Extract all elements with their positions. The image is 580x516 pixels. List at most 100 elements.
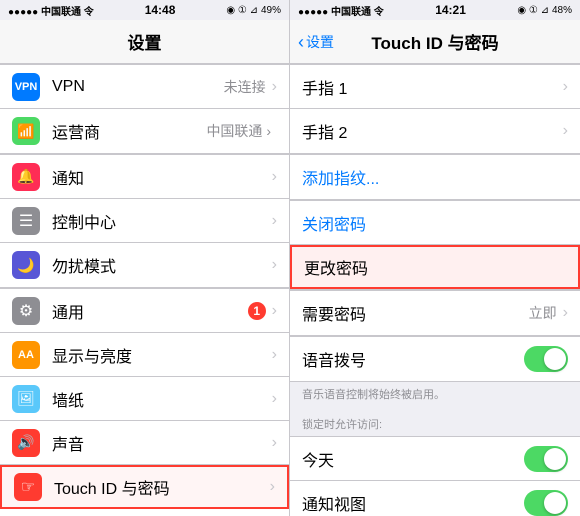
require-pwd-chevron-icon: ›	[563, 304, 568, 322]
dnd-icon: 🌙	[12, 251, 40, 279]
change-pwd-label: 更改密码	[304, 255, 566, 279]
touchid-icon: ☞	[14, 473, 42, 501]
control-label: 控制中心	[52, 209, 272, 233]
left-battery: 49%	[261, 5, 281, 16]
notify-view-toggle[interactable]	[524, 490, 568, 516]
add-finger-label: 添加指纹...	[302, 165, 568, 189]
left-scroll-area: VPN VPN 未连接 › 📶 运营商 中国联通 › 🔔 通知 › ☰ 控制	[0, 64, 289, 516]
settings-item-carrier[interactable]: 📶 运营商 中国联通 ›	[0, 109, 289, 153]
right-carrier: ●●●●● 中国联通 令	[298, 3, 384, 18]
settings-item-display[interactable]: AA 显示与亮度 ›	[0, 333, 289, 377]
right-nav-title: Touch ID 与密码	[371, 29, 498, 54]
group-add-finger: 添加指纹...	[290, 154, 580, 200]
voice-note: 音乐语音控制将始终被启用。	[290, 382, 580, 408]
settings-item-notify[interactable]: 🔔 通知 ›	[0, 155, 289, 199]
settings-item-finger2[interactable]: 手指 2 ›	[290, 109, 580, 153]
general-label: 通用	[52, 299, 248, 323]
right-signal-icon: ◉ ① ⊿	[517, 5, 549, 16]
vpn-value: 未连接	[224, 77, 266, 97]
left-nav-title: 设置	[128, 29, 162, 54]
touchid-label: Touch ID 与密码	[54, 475, 270, 499]
left-right-icons: ◉ ① ⊿ 49%	[226, 5, 281, 16]
notify-icon: 🔔	[12, 163, 40, 191]
finger2-chevron-icon: ›	[563, 122, 568, 140]
group-fingers: 手指 1 › 手指 2 ›	[290, 64, 580, 154]
vpn-label: VPN	[52, 78, 224, 96]
dnd-chevron-icon: ›	[272, 256, 277, 274]
group-lock-items: 今天 通知视图 Siri 以信息回复 Wallet ›	[290, 436, 580, 516]
general-icon: ⚙	[12, 297, 40, 325]
finger1-chevron-icon: ›	[563, 78, 568, 96]
left-status-bar: ●●●●● 中国联通 令 14:48 ◉ ① ⊿ 49%	[0, 0, 289, 20]
control-icon: ☰	[12, 207, 40, 235]
vpn-chevron-icon: ›	[272, 78, 277, 96]
right-scroll-area: 手指 1 › 手指 2 › 添加指纹... 关闭密码 更改密码	[290, 64, 580, 516]
notify-chevron-icon: ›	[272, 168, 277, 186]
settings-item-today[interactable]: 今天	[290, 437, 580, 481]
group-password: 关闭密码 更改密码	[290, 200, 580, 290]
settings-item-add-finger[interactable]: 添加指纹...	[290, 155, 580, 199]
settings-item-control[interactable]: ☰ 控制中心 ›	[0, 199, 289, 243]
finger1-label: 手指 1	[302, 75, 563, 99]
touchid-chevron-icon: ›	[270, 478, 275, 496]
wallpaper-icon: 🖼	[12, 385, 40, 413]
settings-item-notify-view[interactable]: 通知视图	[290, 481, 580, 516]
settings-item-touchid[interactable]: ☞ Touch ID 与密码 ›	[0, 465, 289, 509]
wallpaper-label: 墙纸	[52, 387, 272, 411]
settings-item-wallpaper[interactable]: 🖼 墙纸 ›	[0, 377, 289, 421]
settings-item-finger1[interactable]: 手指 1 ›	[290, 65, 580, 109]
left-time: 14:48	[145, 3, 176, 17]
display-icon: AA	[12, 341, 40, 369]
left-nav-bar: 设置	[0, 20, 289, 64]
sound-label: 声音	[52, 431, 272, 455]
left-panel: ●●●●● 中国联通 令 14:48 ◉ ① ⊿ 49% 设置 VPN VPN …	[0, 0, 290, 516]
close-pwd-label: 关闭密码	[302, 211, 568, 235]
sound-icon: 🔊	[12, 429, 40, 457]
group-general: ⚙ 通用 1 › AA 显示与亮度 › 🖼 墙纸 › 🔊 声音 › ☞	[0, 288, 289, 516]
settings-item-dnd[interactable]: 🌙 勿扰模式 ›	[0, 243, 289, 287]
carrier-value: 中国联通 ›	[206, 121, 271, 141]
notify-view-label: 通知视图	[302, 491, 524, 515]
today-label: 今天	[302, 447, 524, 471]
today-toggle[interactable]	[524, 446, 568, 472]
general-chevron-icon: ›	[272, 302, 277, 320]
settings-item-sound[interactable]: 🔊 声音 ›	[0, 421, 289, 465]
left-signal-icon: ◉ ① ⊿	[226, 5, 258, 16]
back-chevron-icon: ‹	[298, 33, 304, 51]
display-chevron-icon: ›	[272, 346, 277, 364]
group-voice: 语音拨号	[290, 336, 580, 382]
back-button[interactable]: ‹ 设置	[298, 32, 334, 52]
left-carrier: ●●●●● 中国联通 令	[8, 3, 94, 18]
settings-item-close-pwd[interactable]: 关闭密码	[290, 201, 580, 245]
vpn-icon: VPN	[12, 73, 40, 101]
display-label: 显示与亮度	[52, 343, 272, 367]
settings-item-change-pwd[interactable]: 更改密码	[290, 245, 580, 289]
control-chevron-icon: ›	[272, 212, 277, 230]
settings-item-privacy[interactable]: 🔒 隐私 ›	[0, 509, 289, 516]
wallpaper-chevron-icon: ›	[272, 390, 277, 408]
group-notify: 🔔 通知 › ☰ 控制中心 › 🌙 勿扰模式 ›	[0, 154, 289, 288]
carrier-label: 运营商	[52, 119, 206, 143]
right-nav-bar: ‹ 设置 Touch ID 与密码	[290, 20, 580, 64]
dnd-label: 勿扰模式	[52, 253, 272, 277]
require-pwd-value: 立即	[529, 303, 557, 323]
group-vpn-carrier: VPN VPN 未连接 › 📶 运营商 中国联通 ›	[0, 64, 289, 154]
voice-dial-toggle[interactable]	[524, 346, 568, 372]
right-status-bar: ●●●●● 中国联通 令 14:21 ◉ ① ⊿ 48%	[290, 0, 580, 20]
sound-chevron-icon: ›	[272, 434, 277, 452]
lock-header: 锁定时允许访问:	[290, 408, 580, 436]
settings-item-general[interactable]: ⚙ 通用 1 ›	[0, 289, 289, 333]
right-panel: ●●●●● 中国联通 令 14:21 ◉ ① ⊿ 48% ‹ 设置 Touch …	[290, 0, 580, 516]
settings-item-require-pwd[interactable]: 需要密码 立即 ›	[290, 291, 580, 335]
back-label: 设置	[306, 32, 334, 52]
settings-item-voice-dial[interactable]: 语音拨号	[290, 337, 580, 381]
settings-item-vpn[interactable]: VPN VPN 未连接 ›	[0, 65, 289, 109]
finger2-label: 手指 2	[302, 119, 563, 143]
group-require-pwd: 需要密码 立即 ›	[290, 290, 580, 336]
general-badge: 1	[248, 302, 266, 320]
right-right-icons: ◉ ① ⊿ 48%	[517, 5, 572, 16]
right-time: 14:21	[435, 3, 466, 17]
require-pwd-label: 需要密码	[302, 301, 529, 325]
carrier-icon: 📶	[12, 117, 40, 145]
voice-dial-label: 语音拨号	[302, 347, 524, 371]
